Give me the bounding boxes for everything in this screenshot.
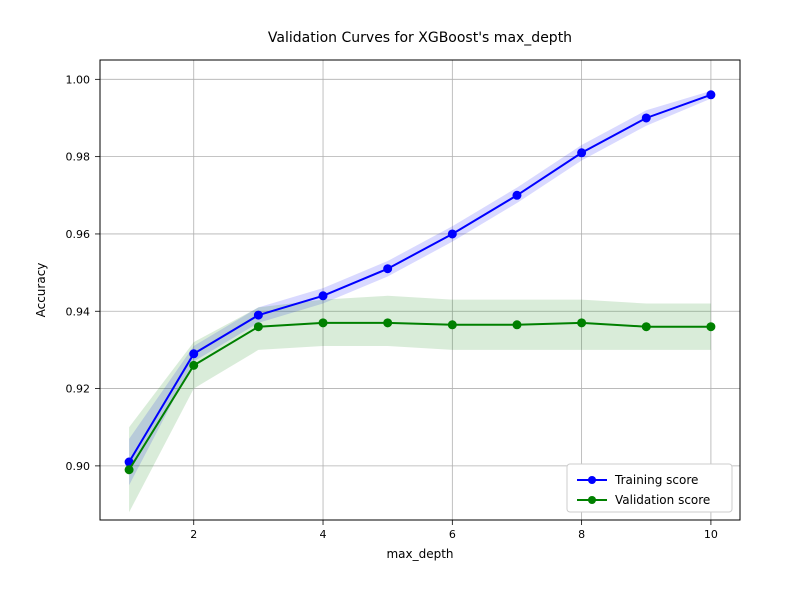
plot-border (100, 60, 740, 520)
series-marker (513, 321, 521, 329)
legend-marker (588, 476, 596, 484)
series-marker (448, 321, 456, 329)
legend-marker (588, 496, 596, 504)
series-line (129, 95, 711, 462)
x-tick-label: 10 (704, 528, 718, 541)
series-marker (319, 292, 327, 300)
x-tick-label: 4 (320, 528, 327, 541)
x-tick-label: 6 (449, 528, 456, 541)
y-tick-label: 0.92 (66, 383, 91, 396)
series-marker (707, 91, 715, 99)
series-marker (578, 319, 586, 327)
series-marker (254, 323, 262, 331)
chart-title: Validation Curves for XGBoost's max_dept… (268, 30, 572, 46)
confidence-band (129, 91, 711, 485)
series-marker (319, 319, 327, 327)
series-marker (384, 265, 392, 273)
series-marker (125, 466, 133, 474)
series-marker (642, 114, 650, 122)
y-tick-label: 0.94 (66, 305, 91, 318)
y-tick-label: 1.00 (66, 73, 91, 86)
x-tick-label: 8 (578, 528, 585, 541)
legend-label: Validation score (615, 493, 710, 507)
series-marker (448, 230, 456, 238)
x-axis-label: max_depth (386, 547, 453, 561)
series-marker (254, 311, 262, 319)
chart-svg: 2 4 6 8 10 0.90 0.92 0.94 0.96 0.98 1.00 max_depth A… (0, 0, 800, 600)
y-tick-label: 0.98 (66, 151, 91, 164)
y-tick-label: 0.90 (66, 460, 91, 473)
series-marker (513, 191, 521, 199)
series-marker (190, 361, 198, 369)
legend-label: Training score (614, 473, 698, 487)
y-axis-label: Accuracy (34, 263, 48, 318)
series-marker (642, 323, 650, 331)
x-tick-label: 2 (190, 528, 197, 541)
series-marker (384, 319, 392, 327)
chart-container: 2 4 6 8 10 0.90 0.92 0.94 0.96 0.98 1.00 max_depth A… (0, 0, 800, 600)
series-marker (578, 149, 586, 157)
y-tick-label: 0.96 (66, 228, 91, 241)
series-marker (707, 323, 715, 331)
series-marker (190, 350, 198, 358)
